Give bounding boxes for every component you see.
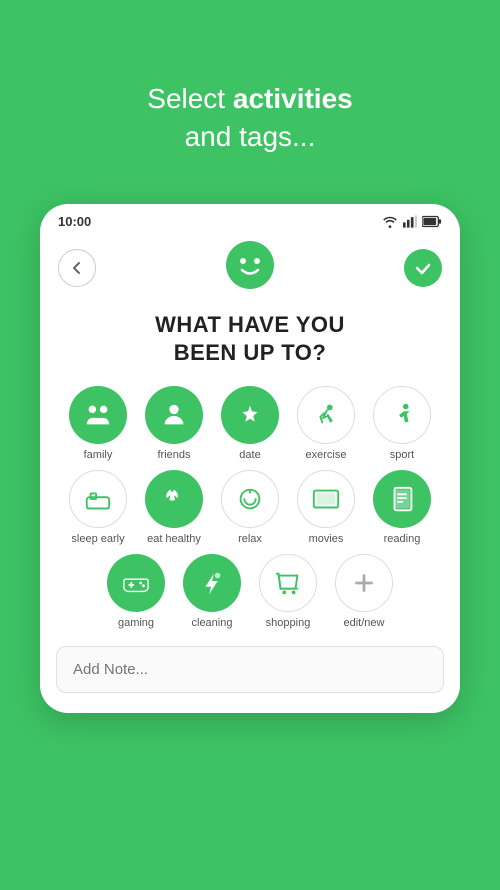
activity-relax[interactable]: relax bbox=[216, 470, 284, 546]
activity-exercise[interactable]: exercise bbox=[292, 386, 360, 462]
card-nav bbox=[40, 233, 460, 299]
activity-sport[interactable]: sport bbox=[368, 386, 436, 462]
wifi-icon bbox=[382, 215, 398, 228]
activity-gaming[interactable]: gaming bbox=[102, 554, 170, 630]
activity-shopping[interactable]: shopping bbox=[254, 554, 322, 630]
activity-eat-healthy[interactable]: eat healthy bbox=[140, 470, 208, 546]
activity-friends[interactable]: friends bbox=[140, 386, 208, 462]
status-icons bbox=[382, 215, 442, 228]
signal-icon bbox=[403, 215, 417, 228]
header-line2: and tags... bbox=[185, 121, 316, 152]
reading-label: reading bbox=[384, 533, 421, 546]
card-title: WHAT HAVE YOU BEEN UP TO? bbox=[40, 311, 460, 368]
sport-label: sport bbox=[390, 449, 414, 462]
activity-cleaning[interactable]: cleaning bbox=[178, 554, 246, 630]
sleep-early-label: sleep early bbox=[71, 533, 124, 546]
activity-sleep-early[interactable]: sleep early bbox=[64, 470, 132, 546]
header-title: Select activities and tags... bbox=[147, 80, 352, 156]
activity-family[interactable]: family bbox=[64, 386, 132, 462]
chevron-left-icon bbox=[70, 261, 84, 275]
gaming-label: gaming bbox=[118, 617, 154, 630]
activity-edit-new[interactable]: edit/new bbox=[330, 554, 398, 630]
note-input[interactable] bbox=[56, 646, 444, 693]
friends-label: friends bbox=[157, 449, 190, 462]
eat-healthy-label: eat healthy bbox=[147, 533, 201, 546]
status-time: 10:00 bbox=[58, 214, 91, 229]
date-label: date bbox=[239, 449, 260, 462]
activities-grid: family friends date exercise sport bbox=[40, 386, 460, 631]
relax-label: relax bbox=[238, 533, 262, 546]
movies-label: movies bbox=[309, 533, 344, 546]
activity-movies[interactable]: movies bbox=[292, 470, 360, 546]
mood-icon bbox=[226, 241, 274, 289]
checkmark-icon bbox=[414, 259, 432, 277]
phone-card: 10:00 bbox=[40, 204, 460, 714]
family-label: family bbox=[84, 449, 113, 462]
cleaning-label: cleaning bbox=[192, 617, 233, 630]
shopping-label: shopping bbox=[266, 617, 311, 630]
confirm-button[interactable] bbox=[404, 249, 442, 287]
emoji-face bbox=[226, 241, 274, 295]
activity-date[interactable]: date bbox=[216, 386, 284, 462]
edit-new-label: edit/new bbox=[344, 617, 385, 630]
battery-icon bbox=[422, 215, 442, 228]
header-section: Select activities and tags... bbox=[147, 40, 352, 180]
status-bar: 10:00 bbox=[40, 204, 460, 233]
activity-reading[interactable]: reading bbox=[368, 470, 436, 546]
exercise-label: exercise bbox=[306, 449, 347, 462]
header-bold: activities bbox=[233, 83, 353, 114]
back-button[interactable] bbox=[58, 249, 96, 287]
